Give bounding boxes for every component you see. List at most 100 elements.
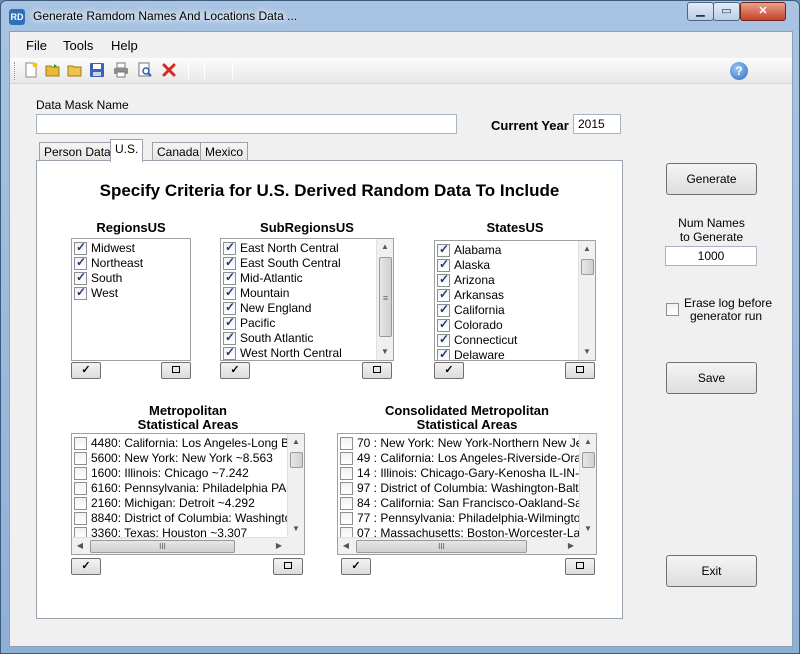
list-item-checkbox[interactable]	[340, 512, 353, 525]
generate-button[interactable]: Generate	[666, 163, 757, 195]
scroll-up-icon[interactable]: ▲	[580, 434, 596, 450]
list-item[interactable]: 70 : New York: New York-Northern New Jer…	[340, 436, 596, 451]
list-item[interactable]: West	[74, 285, 118, 301]
list-item[interactable]: Mid-Atlantic	[223, 270, 303, 286]
list-item-checkbox[interactable]	[437, 347, 450, 360]
list-item[interactable]: 49 : California: Los Angeles-Riverside-O…	[340, 451, 596, 466]
cmsa-clear-all-button[interactable]	[565, 558, 595, 575]
list-item[interactable]: West North Central	[223, 345, 342, 360]
maximize-button[interactable]: ▭	[713, 2, 740, 21]
states-clear-all-button[interactable]	[565, 362, 595, 379]
list-item[interactable]: East South Central	[223, 255, 341, 271]
subregions-select-all-button[interactable]: ✓	[220, 362, 250, 379]
tab-us[interactable]: U.S.	[110, 139, 144, 162]
list-item-checkbox[interactable]	[437, 317, 450, 332]
list-item-checkbox[interactable]	[223, 285, 236, 300]
scroll-left-icon[interactable]: ◀	[338, 538, 354, 554]
scroll-right-icon[interactable]: ▶	[271, 538, 287, 554]
list-item[interactable]: Arkansas	[437, 287, 504, 303]
menu-tools[interactable]: Tools	[63, 38, 93, 53]
list-item-checkbox[interactable]	[340, 482, 353, 495]
list-item[interactable]: South Atlantic	[223, 330, 313, 346]
list-item-checkbox[interactable]	[74, 497, 87, 510]
list-item[interactable]: East North Central	[223, 240, 339, 256]
cmsa-select-all-button[interactable]: ✓	[341, 558, 371, 575]
scroll-up-icon[interactable]: ▲	[377, 239, 393, 255]
list-item[interactable]: 1600: Illinois: Chicago ~7.242	[74, 466, 249, 481]
scroll-thumb[interactable]	[582, 452, 595, 468]
list-item-checkbox[interactable]	[223, 240, 236, 255]
menu-help[interactable]: Help	[111, 38, 138, 53]
cmsa-listbox[interactable]: 70 : New York: New York-Northern New Jer…	[337, 433, 597, 555]
list-item-checkbox[interactable]	[437, 287, 450, 302]
save-icon[interactable]	[88, 62, 106, 80]
list-item[interactable]: Colorado	[437, 317, 503, 333]
vertical-scrollbar[interactable]: ▲ ≡ ▼	[376, 239, 393, 360]
vertical-scrollbar[interactable]: ▲ ▼	[579, 434, 596, 537]
list-item-checkbox[interactable]	[223, 315, 236, 330]
list-item-checkbox[interactable]	[74, 482, 87, 495]
minimize-button[interactable]: ▁	[687, 2, 714, 21]
list-item[interactable]: Midwest	[74, 240, 135, 256]
list-item-checkbox[interactable]	[223, 345, 236, 360]
list-item[interactable]: Mountain	[223, 285, 289, 301]
list-item-checkbox[interactable]	[74, 467, 87, 480]
list-item[interactable]: South	[74, 270, 122, 286]
msa-clear-all-button[interactable]	[273, 558, 303, 575]
list-item[interactable]: Arizona	[437, 272, 495, 288]
list-item[interactable]: 84 : California: San Francisco-Oakland-S…	[340, 496, 596, 511]
scroll-right-icon[interactable]: ▶	[563, 538, 579, 554]
regions-listbox[interactable]: MidwestNortheastSouthWest	[71, 238, 191, 361]
scroll-down-icon[interactable]: ▼	[580, 521, 596, 537]
scroll-thumb[interactable]: III	[356, 540, 527, 553]
erase-log-check-box[interactable]	[666, 303, 679, 316]
scroll-thumb[interactable]: III	[90, 540, 235, 553]
delete-icon[interactable]	[160, 62, 178, 80]
list-item-checkbox[interactable]	[74, 255, 87, 270]
app-icon[interactable]: RD	[9, 9, 25, 25]
print-icon[interactable]	[112, 62, 130, 80]
scroll-up-icon[interactable]: ▲	[579, 241, 595, 257]
scroll-down-icon[interactable]: ▼	[579, 344, 595, 360]
vertical-scrollbar[interactable]: ▲ ▼	[578, 241, 595, 360]
list-item-checkbox[interactable]	[340, 497, 353, 510]
tab-person-data[interactable]: Person Data	[39, 142, 116, 161]
scroll-thumb[interactable]	[581, 259, 594, 275]
exit-button[interactable]: Exit	[666, 555, 757, 587]
msa-listbox[interactable]: 4480: California: Los Angeles-Long Beach…	[71, 433, 305, 555]
list-item[interactable]: 5600: New York: New York ~8.563	[74, 451, 273, 466]
horizontal-scrollbar[interactable]: ◀ III ▶	[72, 537, 287, 554]
list-item-checkbox[interactable]	[74, 270, 87, 285]
toolbar-grip[interactable]	[14, 62, 17, 80]
save-button[interactable]: Save	[666, 362, 757, 394]
print-preview-icon[interactable]	[136, 62, 154, 80]
subregions-listbox[interactable]: East North CentralEast South CentralMid-…	[220, 238, 394, 361]
list-item[interactable]: 97 : District of Columbia: Washington-Ba…	[340, 481, 596, 496]
list-item-checkbox[interactable]	[437, 332, 450, 347]
list-item[interactable]: 77 : Pennsylvania: Philadelphia-Wilmingt…	[340, 511, 596, 526]
help-icon[interactable]: ?	[730, 62, 748, 80]
tab-mexico[interactable]: Mexico	[200, 142, 249, 161]
scroll-thumb[interactable]: ≡	[379, 257, 392, 337]
vertical-scrollbar[interactable]: ▲ ▼	[287, 434, 304, 537]
menu-file[interactable]: File	[26, 38, 47, 53]
states-select-all-button[interactable]: ✓	[434, 362, 464, 379]
list-item[interactable]: 2160: Michigan: Detroit ~4.292	[74, 496, 255, 511]
list-item[interactable]: Alabama	[437, 242, 501, 258]
list-item[interactable]: 8840: District of Columbia: Washington D	[74, 511, 304, 526]
title-bar[interactable]: RD Generate Ramdom Names And Locations D…	[1, 1, 799, 31]
list-item-checkbox[interactable]	[74, 285, 87, 300]
list-item-checkbox[interactable]	[223, 255, 236, 270]
list-item[interactable]: 14 : Illinois: Chicago-Gary-Kenosha IL-I…	[340, 466, 594, 481]
list-item-checkbox[interactable]	[223, 300, 236, 315]
list-item-checkbox[interactable]	[437, 242, 450, 257]
list-item[interactable]: 4480: California: Los Angeles-Long Beach	[74, 436, 304, 451]
list-item[interactable]: Pacific	[223, 315, 275, 331]
msa-select-all-button[interactable]: ✓	[71, 558, 101, 575]
list-item-checkbox[interactable]	[74, 512, 87, 525]
folder-icon[interactable]	[66, 62, 84, 80]
scroll-left-icon[interactable]: ◀	[72, 538, 88, 554]
list-item-checkbox[interactable]	[340, 437, 353, 450]
list-item-checkbox[interactable]	[74, 240, 87, 255]
scroll-up-icon[interactable]: ▲	[288, 434, 304, 450]
